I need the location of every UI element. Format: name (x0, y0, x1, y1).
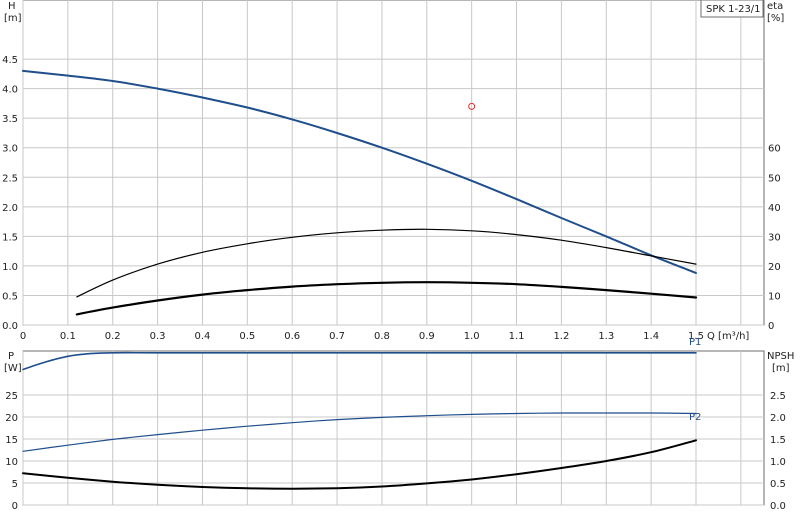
bottom-left-tick-label: 10 (5, 457, 18, 468)
top-left-tick-label: 4.0 (2, 85, 18, 96)
top-right-tick-label: 60 (768, 144, 781, 155)
x-tick-label: 1.1 (509, 331, 525, 342)
bottom-left-axis-label-line1: P (8, 351, 14, 362)
top-left-tick-label: 3.0 (2, 144, 18, 155)
bottom-left-tick-label: 20 (5, 413, 18, 424)
top-right-axis-label-line1: eta (767, 1, 783, 12)
bottom-right-tick-label: 2.0 (770, 413, 786, 424)
x-tick-label: 1.2 (553, 331, 569, 342)
pump-model-label: SPK 1-23/1 (706, 4, 761, 15)
bottom-right-tick-label: 1.5 (770, 435, 786, 446)
pump-performance-chart: 0 0.1 0.2 0.3 0.4 0.5 0.6 0.7 0.8 0.9 1.0 1.1 1.2 1.3… (0, 0, 800, 520)
x-tick-label: 1.0 (464, 331, 480, 342)
top-left-tick-label: 2.5 (2, 173, 18, 184)
top-left-tick-label: 1.5 (2, 232, 18, 243)
x-tick-label: 0 (20, 331, 26, 342)
top-right-tick-label: 0 (768, 321, 774, 332)
top-right-axis-label-line2: [%] (767, 13, 784, 24)
x-tick-label: 0.5 (239, 331, 255, 342)
bottom-right-tick-label: 1.0 (770, 457, 786, 468)
top-left-tick-label: 0.5 (2, 291, 18, 302)
top-left-tick-label: 4.5 (2, 55, 18, 66)
x-tick-label: 0.8 (374, 331, 390, 342)
top-left-tick-label: 0.0 (2, 321, 18, 332)
x-tick-label: 0.3 (150, 331, 166, 342)
top-left-axis-label-line2: [m] (4, 13, 22, 24)
x-tick-label: 0.2 (105, 331, 121, 342)
x-axis-label: Q [m³/h] (707, 331, 749, 342)
x-tick-label: 0.4 (195, 331, 211, 342)
bottom-left-axis-label-line2: [W] (4, 363, 22, 374)
top-left-axis-label-line1: H (8, 1, 16, 12)
top-left-tick-label: 3.5 (2, 114, 18, 125)
x-tick-label: 0.9 (419, 331, 435, 342)
top-right-tick-label: 10 (768, 291, 781, 302)
top-left-tick-label: 1.0 (2, 262, 18, 273)
bottom-left-tick-label: 25 (5, 391, 18, 402)
top-right-tick-label: 30 (768, 232, 781, 243)
series-label-p2: P2 (689, 412, 701, 423)
bottom-right-tick-label: 0.0 (770, 501, 786, 512)
bottom-right-axis-label-line1: NPSH (767, 351, 794, 362)
x-tick-label: 0.1 (60, 331, 76, 342)
top-left-tick-label: 2.0 (2, 203, 18, 214)
bottom-left-tick-label: 15 (5, 435, 18, 446)
x-tick-label: 0.7 (329, 331, 345, 342)
bottom-left-tick-label: 0 (12, 501, 18, 512)
bottom-right-axis-label-line2: [m] (772, 363, 790, 374)
series-label-p1: P1 (689, 337, 701, 348)
x-tick-label: 0.6 (284, 331, 300, 342)
x-tick-label: 1.3 (598, 331, 614, 342)
bottom-right-tick-label: 0.5 (770, 479, 786, 490)
bottom-right-tick-label: 2.5 (770, 391, 786, 402)
chart-svg: 0 0.1 0.2 0.3 0.4 0.5 0.6 0.7 0.8 0.9 1.0 1.1 1.2 1.3… (0, 0, 800, 520)
top-right-tick-label: 50 (768, 173, 781, 184)
bottom-left-tick-label: 5 (12, 479, 18, 490)
x-tick-label: 1.4 (643, 331, 659, 342)
top-right-tick-label: 20 (768, 262, 781, 273)
top-right-tick-label: 40 (768, 203, 781, 214)
